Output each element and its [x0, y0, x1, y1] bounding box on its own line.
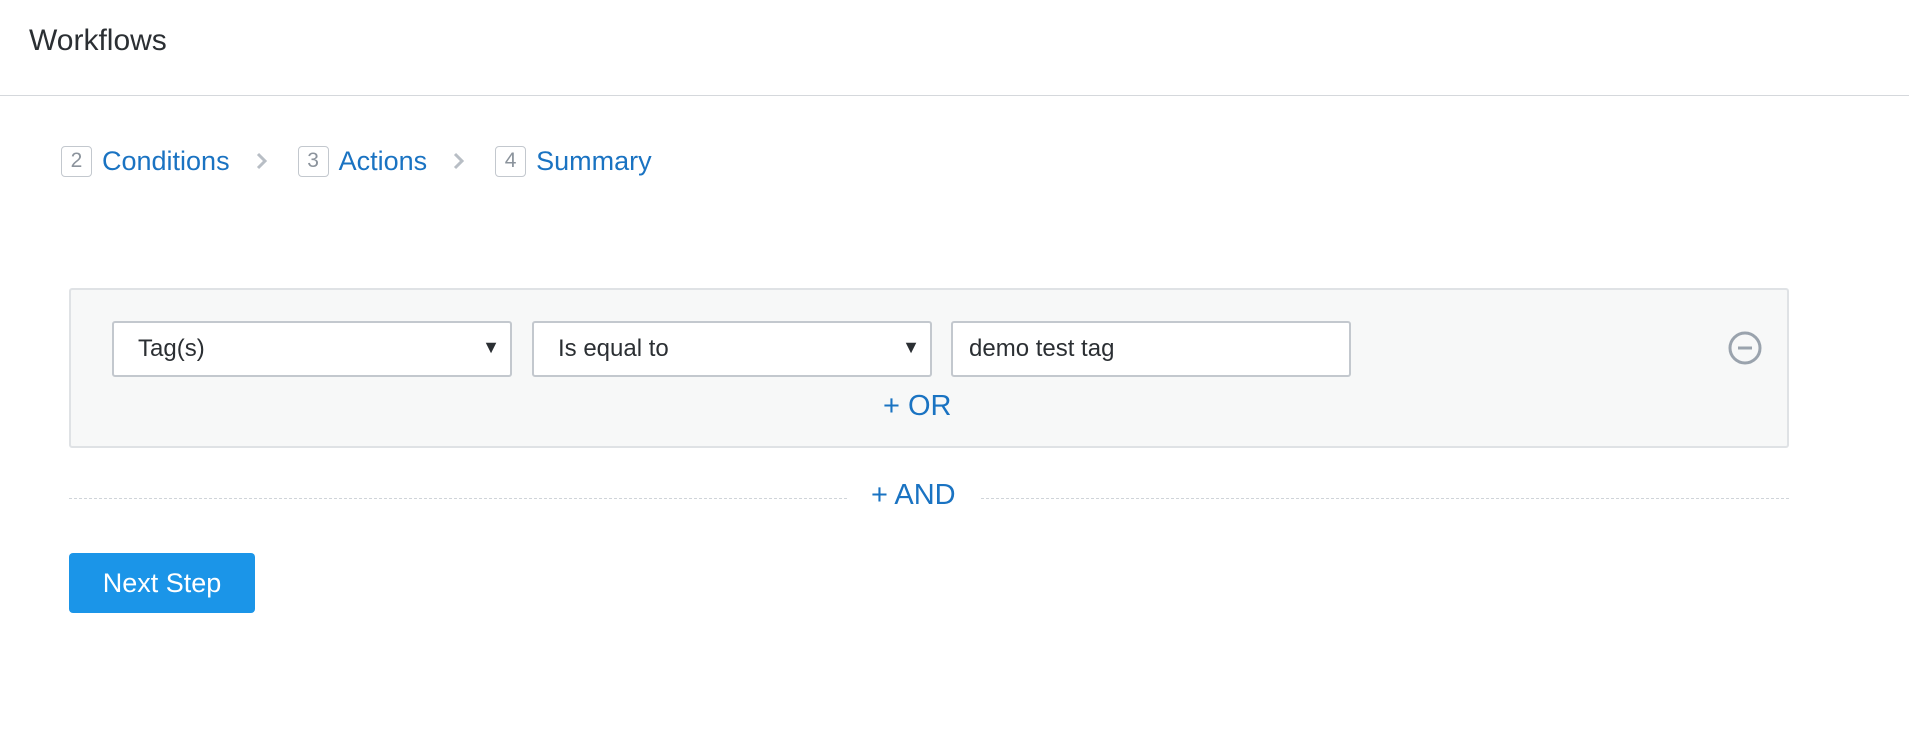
step-number: 2 [61, 145, 92, 177]
chevron-right-icon [256, 152, 268, 170]
step-label: Summary [536, 145, 652, 176]
wizard-steps: 2 Conditions 3 Actions 4 Summary [61, 144, 652, 178]
page-header: Workflows [0, 0, 1909, 96]
divider-line [981, 498, 1789, 499]
step-actions[interactable]: 3 Actions [297, 145, 428, 177]
step-conditions[interactable]: 2 Conditions [61, 145, 230, 177]
select-value: Is equal to [558, 335, 669, 362]
step-label: Conditions [102, 145, 230, 176]
step-number: 4 [495, 145, 527, 177]
condition-operator-select[interactable]: Is equal to ▼ [532, 321, 932, 377]
chevron-right-icon [453, 152, 465, 170]
add-or-condition-link[interactable]: + OR [883, 390, 952, 423]
and-divider: + AND [69, 478, 1789, 518]
minus-circle-icon [1728, 331, 1762, 365]
condition-field-select[interactable]: Tag(s) ▼ [112, 321, 512, 377]
remove-condition-button[interactable] [1727, 330, 1763, 366]
next-step-button[interactable]: Next Step [69, 553, 255, 613]
add-and-condition-link[interactable]: + AND [871, 479, 956, 512]
step-number: 3 [297, 145, 329, 177]
step-label: Actions [338, 145, 428, 176]
condition-group: Tag(s) ▼ Is equal to ▼ + OR [69, 288, 1789, 448]
caret-down-icon: ▼ [482, 337, 500, 357]
page-title: Workflows [29, 24, 167, 57]
select-value: Tag(s) [138, 335, 205, 362]
condition-value-input[interactable] [951, 321, 1351, 377]
caret-down-icon: ▼ [902, 337, 920, 357]
step-summary[interactable]: 4 Summary [495, 145, 652, 177]
divider-line [69, 498, 847, 499]
